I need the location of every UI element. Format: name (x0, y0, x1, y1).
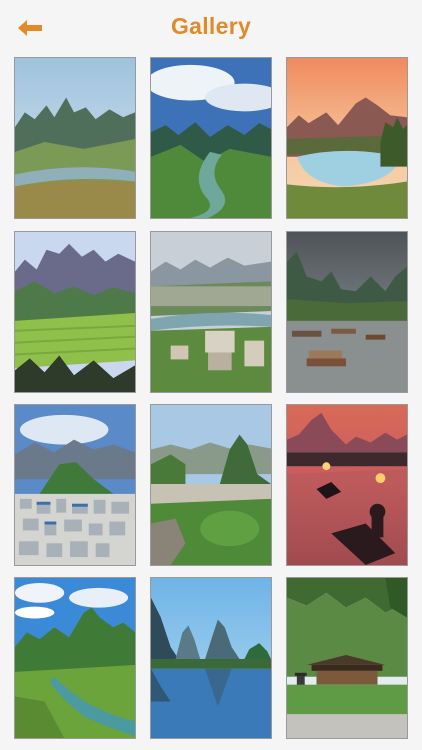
gallery-photo-karst-mountains-over-rice-fields[interactable] (14, 231, 136, 393)
gallery-photo-town-along-river-with-hills[interactable] (150, 231, 272, 393)
photo-image (151, 58, 271, 218)
gallery-photo-sunset-lake-with-karst-peaks[interactable] (286, 57, 408, 219)
gallery-photo-green-karst-peaks-and-river[interactable] (14, 577, 136, 739)
gallery-photo-city-below-karst-hill[interactable] (14, 404, 136, 566)
gallery-photo-karst-peaks-reflected-in-river[interactable] (150, 577, 272, 739)
photo-image (287, 405, 407, 565)
photo-image (151, 578, 271, 738)
photo-image (15, 578, 135, 738)
page-title: Gallery (170, 13, 252, 39)
gallery-photo-pagoda-park-with-pavilion[interactable] (286, 577, 408, 739)
photo-image (151, 232, 271, 392)
gallery-photo-river-bend-between-karst-hills[interactable] (150, 57, 272, 219)
photo-image (15, 58, 135, 218)
gallery-photo-town-with-karst-peak-and-greenery[interactable] (150, 404, 272, 566)
gallery-photo-karst-peaks-river-valley[interactable] (14, 57, 136, 219)
gallery-photo-cormorant-fisherman-at-dusk[interactable] (286, 404, 408, 566)
photo-image (287, 232, 407, 392)
gallery-photo-river-boats-under-cloudy-sky[interactable] (286, 231, 408, 393)
photo-image (287, 58, 407, 218)
photo-image (287, 578, 407, 738)
photo-image (15, 232, 135, 392)
header-bar: Gallery (0, 0, 422, 54)
photo-image (151, 405, 271, 565)
photo-image (15, 405, 135, 565)
